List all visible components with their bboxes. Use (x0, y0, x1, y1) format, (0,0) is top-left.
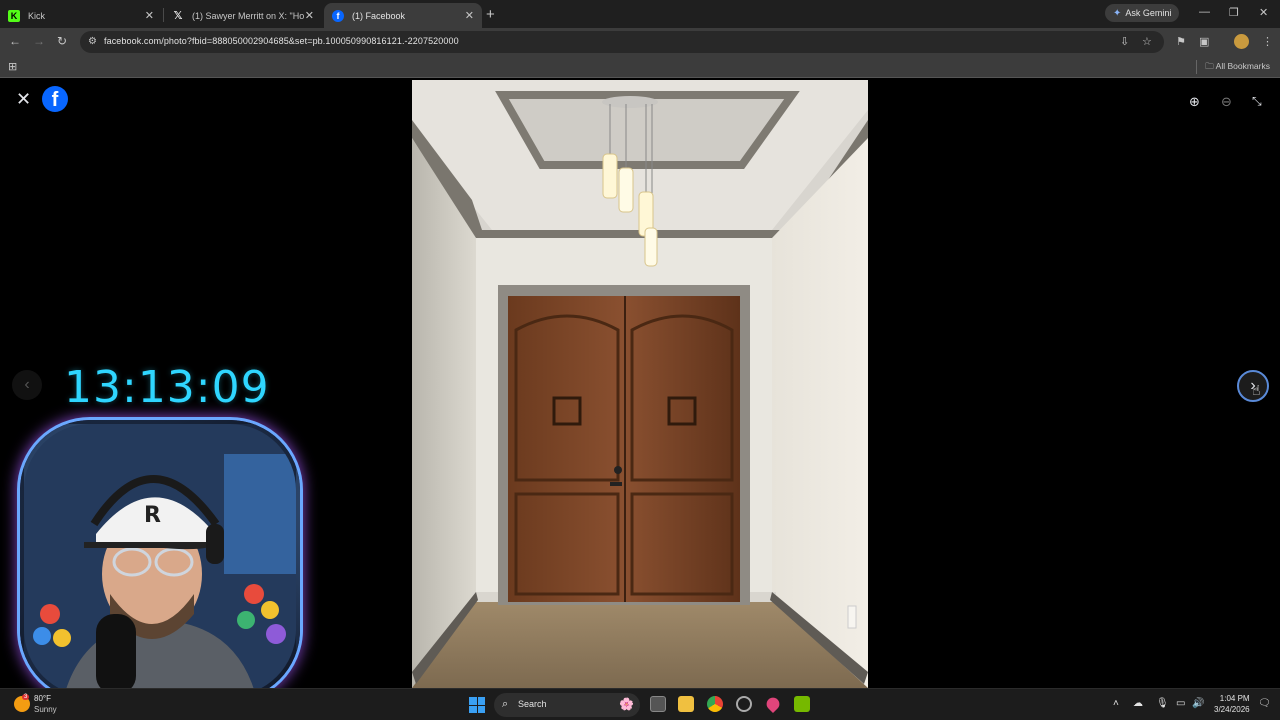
folder-icon: 🗀 (1205, 61, 1214, 71)
close-window-icon[interactable]: ✕ (1259, 6, 1268, 19)
divider (1196, 60, 1197, 74)
address-bar[interactable]: ⚙ facebook.com/photo?fbid=88805000290468… (80, 31, 1164, 53)
microphone-icon[interactable]: 🎙 (1156, 698, 1169, 709)
install-app-icon[interactable]: ⇩ (1120, 35, 1129, 48)
forward-icon[interactable]: → (33, 34, 45, 48)
taskbar-search[interactable]: ⌕ Search 🌸 (494, 693, 640, 717)
new-tab-button[interactable]: + (486, 6, 495, 23)
facebook-logo[interactable]: f (42, 86, 68, 112)
photo-viewer: ✕ f ⊕ ⊖ ⤡ ‹ › ☝ 13:13:09 R (0, 80, 1280, 700)
close-icon[interactable]: ✕ (145, 9, 154, 22)
menu-icon[interactable]: ⋮ (1262, 35, 1273, 48)
reload-icon[interactable]: ↻ (57, 34, 67, 48)
notification-icon[interactable]: 🗨 (1258, 698, 1271, 709)
clock-time: 1:04 PM (1219, 694, 1250, 703)
back-icon[interactable]: ← (9, 34, 21, 48)
chrome-icon[interactable] (707, 696, 723, 712)
search-icon: ⌕ (502, 698, 509, 710)
close-icon[interactable]: ✕ (305, 9, 314, 22)
bookmark-star-icon[interactable]: ☆ (1142, 35, 1152, 48)
close-icon[interactable]: ✕ (465, 9, 474, 22)
tab-kick[interactable]: K Kick ✕ (0, 3, 162, 28)
obs-icon[interactable] (736, 696, 752, 712)
weather-temperature[interactable]: 80°F (34, 694, 51, 703)
stream-clock: 13:13:09 (64, 362, 270, 413)
tab-x[interactable]: 𝕏 (1) Sawyer Merritt on X: "Holy m ✕ (164, 3, 322, 28)
tab-bar: K Kick ✕ 𝕏 (1) Sawyer Merritt on X: "Hol… (0, 0, 1280, 28)
extensions-icon[interactable]: ⚑ (1176, 35, 1186, 48)
tab-title: (1) Facebook (352, 10, 406, 21)
tab-title: Kick (28, 10, 46, 21)
previous-photo-button[interactable]: ‹ (12, 370, 42, 400)
maps-pin-icon[interactable] (763, 694, 783, 714)
photo (412, 80, 868, 688)
cursor-icon: ☝ (1252, 382, 1261, 398)
all-bookmarks[interactable]: 🗀 All Bookmarks (1205, 61, 1270, 75)
streamer-webcam-image: R (24, 424, 296, 696)
minimize-icon[interactable]: — (1199, 6, 1210, 18)
ask-gemini-label: Ask Gemini (1125, 8, 1172, 18)
x-icon: 𝕏 (173, 10, 183, 22)
ask-gemini-button[interactable]: ✦ Ask Gemini (1105, 4, 1180, 22)
nvidia-icon[interactable] (794, 696, 810, 712)
zoom-in-icon[interactable]: ⊕ (1189, 94, 1200, 110)
exit-fullscreen-icon[interactable]: ⤡ (1252, 94, 1262, 109)
restore-icon[interactable]: ❐ (1229, 6, 1239, 19)
windows-taskbar: 3 80°F Sunny ⌕ Search 🌸 ˄ ☁ 🎙 ▭ 🔊 1:04 P… (0, 688, 1280, 720)
bookmarks-bar: ⊞ 🗀 All Bookmarks (0, 56, 1280, 78)
apps-grid-icon[interactable]: ⊞ (8, 60, 17, 73)
search-highlight-icon: 🌸 (619, 697, 634, 711)
tab-title: (1) Sawyer Merritt on X: "Holy m (192, 10, 304, 21)
svg-text:R: R (144, 503, 161, 528)
browser-toolbar: ← → ↻ ⚙ facebook.com/photo?fbid=88805000… (0, 28, 1280, 56)
system-clock[interactable]: 1:04 PM 3/24/2026 (1214, 693, 1250, 715)
url-text: facebook.com/photo?fbid=888050002904685&… (104, 36, 459, 46)
entryway-photo (412, 80, 868, 688)
kick-icon: K (8, 9, 20, 22)
weather-condition[interactable]: Sunny (34, 705, 57, 714)
facebook-icon: f (332, 9, 344, 22)
chevron-up-icon[interactable]: ˄ (1113, 698, 1119, 709)
file-explorer-icon[interactable] (678, 696, 694, 712)
close-icon[interactable]: ✕ (16, 89, 31, 110)
clock-date: 3/24/2026 (1214, 705, 1250, 714)
profile-avatar[interactable] (1234, 34, 1249, 49)
sidepanel-icon[interactable]: ▣ (1199, 35, 1209, 48)
webcam-overlay: R (20, 420, 300, 700)
site-info-icon[interactable]: ⚙ (88, 36, 97, 47)
tab-facebook[interactable]: f (1) Facebook ✕ (324, 3, 482, 28)
onedrive-icon[interactable]: ☁ (1133, 698, 1143, 709)
network-icon[interactable]: ▭ (1176, 698, 1185, 709)
search-label: Search (518, 699, 547, 709)
start-button[interactable] (469, 697, 485, 713)
zoom-out-icon[interactable]: ⊖ (1221, 94, 1232, 110)
gemini-icon: ✦ (1113, 7, 1122, 19)
task-view-icon[interactable] (650, 696, 666, 712)
volume-icon[interactable]: 🔊 (1192, 698, 1204, 709)
